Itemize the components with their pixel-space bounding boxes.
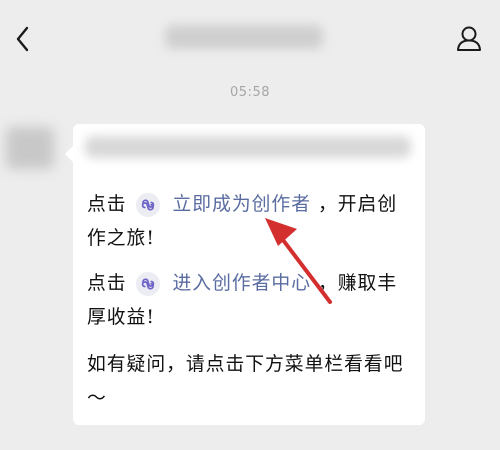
bubble-tail <box>65 146 73 162</box>
user-icon <box>457 26 481 51</box>
back-button[interactable] <box>8 22 38 56</box>
chevron-left-icon <box>16 26 29 52</box>
mini-program-icon[interactable] <box>135 193 160 217</box>
message-bubble: 点击 立即成为创作者 ，开启创作之旅! 点击 进入创作者中心 ，赚取丰厚收益! … <box>65 124 425 425</box>
message-timestamp: 05:58 <box>230 85 270 100</box>
profile-button[interactable] <box>451 21 487 57</box>
p1-prefix: 点击 <box>87 194 127 215</box>
message-paragraph-1: 点击 立即成为创作者 ，开启创作之旅! <box>87 188 415 256</box>
message-paragraph-3: 如有疑问，请点击下方菜单栏看看吧～ <box>87 354 404 409</box>
p2-prefix: 点击 <box>87 273 127 294</box>
become-creator-link[interactable]: 立即成为创作者 <box>173 194 311 215</box>
message-header-line <box>85 136 411 158</box>
chat-title <box>165 25 323 49</box>
chat-header <box>0 0 500 78</box>
creator-center-link[interactable]: 进入创作者中心 <box>173 273 311 294</box>
mini-program-icon[interactable] <box>135 272 160 296</box>
sender-avatar[interactable] <box>6 127 54 169</box>
message-paragraph-2: 点击 进入创作者中心 ，赚取丰厚收益! <box>87 267 415 335</box>
